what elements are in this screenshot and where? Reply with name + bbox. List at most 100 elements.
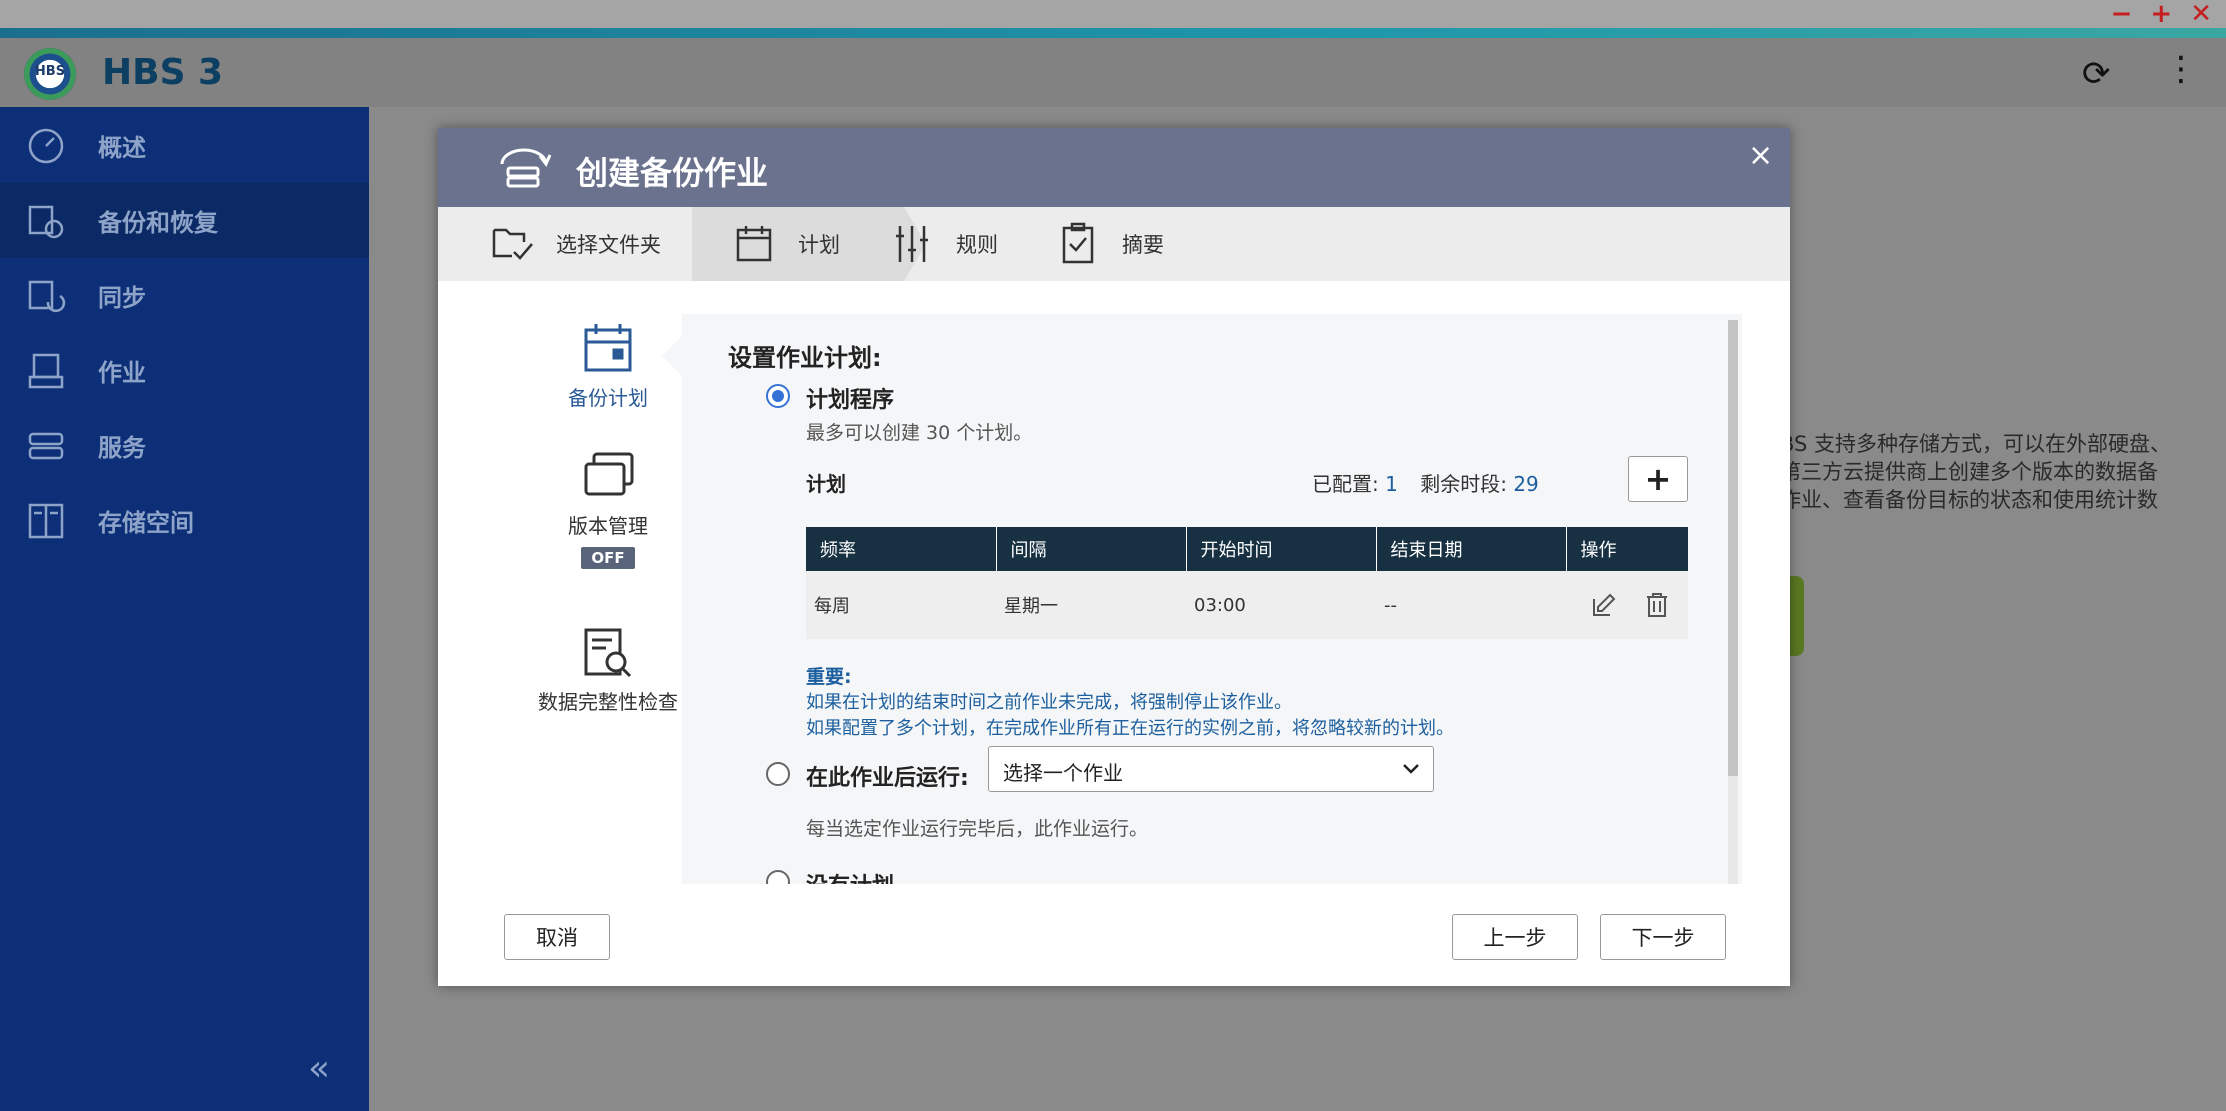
cancel-button[interactable]: 取消: [504, 914, 610, 960]
service-icon: [28, 432, 64, 459]
sidebar-item-sync[interactable]: 同步: [0, 258, 369, 333]
dialog-close-icon[interactable]: ×: [1748, 138, 1773, 173]
gauge-icon: [28, 128, 64, 163]
table-row[interactable]: 每周 星期一 03:00 --: [806, 571, 1688, 639]
close-window-button[interactable]: ✕: [2190, 0, 2212, 29]
next-button[interactable]: 下一步: [1600, 914, 1726, 960]
create-backup-dialog: 创建备份作业 × 选择文件夹 计划 规则 摘要 备份计划 版本管理 OFF 数据…: [438, 128, 1790, 986]
sidebar-item-label: 备份和恢复: [98, 209, 218, 237]
app-title: HBS 3: [102, 52, 224, 93]
folder-check-icon: [492, 228, 533, 260]
window-controls: − + ✕: [2111, 0, 2212, 29]
important-line-1: 如果在计划的结束时间之前作业未完成，将强制停止该作业。: [806, 692, 1292, 713]
backup-restore-icon: [28, 205, 64, 238]
app-logo: HBS: [24, 48, 76, 100]
sidebar-item-backup-restore[interactable]: 备份和恢复: [0, 183, 369, 258]
sidebar-item-label: 概述: [98, 134, 146, 162]
sidebar-item-overview[interactable]: 概述: [0, 108, 369, 183]
no-schedule-label: 没有计划: [806, 868, 894, 884]
radio-no-schedule[interactable]: [766, 870, 790, 884]
nav-backup-schedule[interactable]: 备份计划: [533, 320, 683, 411]
table-header-row: 频率 间隔 开始时间 结束日期 操作: [806, 527, 1688, 571]
step-label: 摘要: [1122, 233, 1164, 257]
col-interval: 间隔: [996, 527, 1187, 571]
cell-frequency: 每周: [806, 571, 996, 639]
job-icon: [28, 353, 64, 388]
bg-line: 第三方云提供商上创建多个版本的数据备: [1780, 460, 2158, 484]
schedule-option-label: 计划程序: [806, 388, 895, 413]
after-job-label: 在此作业后运行:: [806, 766, 969, 791]
calendar-icon: [584, 324, 632, 372]
radio-after-job[interactable]: [766, 762, 790, 786]
clipboard-check-icon: [1062, 222, 1094, 264]
nav-data-integrity[interactable]: 数据完整性检查: [533, 624, 683, 715]
sync-icon: [28, 280, 66, 312]
step-schedule[interactable]: 计划: [692, 207, 904, 281]
add-schedule-button[interactable]: +: [1628, 456, 1688, 502]
kebab-icon[interactable]: ⋮: [2164, 52, 2198, 86]
sidebar-item-label: 作业: [98, 359, 146, 387]
dialog-header: 创建备份作业 ×: [438, 128, 1790, 207]
important-line-2: 如果配置了多个计划，在完成作业所有正在运行的实例之前，将忽略较新的计划。: [806, 718, 1454, 739]
bg-line: BS 支持多种存储方式，可以在外部硬盘、: [1780, 432, 2172, 456]
maximize-button[interactable]: +: [2150, 0, 2172, 29]
schedule-table: 频率 间隔 开始时间 结束日期 操作 每周 星期一 03:00 --: [806, 527, 1688, 639]
wizard-steps: 选择文件夹 计划 规则 摘要: [438, 207, 1790, 281]
panel-scroll-thumb[interactable]: [1728, 320, 1738, 776]
important-title: 重要:: [806, 666, 852, 688]
chevron-down-icon: [1403, 764, 1419, 774]
cell-interval: 星期一: [996, 571, 1186, 639]
nav-label: 数据完整性检查: [538, 690, 678, 714]
col-frequency: 频率: [806, 527, 997, 571]
radio-schedule[interactable]: [766, 384, 790, 408]
job-select-value: 选择一个作业: [1003, 761, 1123, 785]
versions-icon: [584, 452, 634, 496]
schedule-option-desc: 最多可以创建 30 个计划。: [806, 422, 1033, 444]
collapse-sidebar-icon[interactable]: «: [308, 1048, 330, 1089]
minimize-button[interactable]: −: [2111, 0, 2133, 29]
sidebar-item-storage[interactable]: 存储空间: [0, 483, 369, 558]
remaining-label: 剩余时段:: [1420, 472, 1507, 496]
previous-button[interactable]: 上一步: [1452, 914, 1578, 960]
step-select-folder[interactable]: 选择文件夹: [490, 207, 661, 281]
step-label: 选择文件夹: [556, 233, 661, 257]
panel-pointer: [662, 334, 684, 378]
refresh-icon[interactable]: ⟳: [2082, 54, 2111, 94]
section-title: 设置作业计划:: [728, 344, 882, 372]
plan-title: 计划: [806, 472, 846, 496]
app-header: [0, 38, 2226, 107]
calendar-icon: [736, 226, 772, 262]
job-select[interactable]: 选择一个作业: [988, 746, 1434, 792]
logo-text: HBS: [34, 64, 66, 79]
after-job-desc: 每当选定作业运行完毕后，此作业运行。: [806, 818, 1149, 840]
dialog-title: 创建备份作业: [576, 154, 769, 192]
nav-label: 版本管理: [568, 514, 648, 538]
col-actions: 操作: [1566, 527, 1688, 571]
cell-start-time: 03:00: [1186, 571, 1376, 639]
configured-label: 已配置:: [1312, 472, 1379, 496]
cell-actions: [1566, 571, 1688, 639]
off-badge: OFF: [581, 547, 635, 569]
step-summary[interactable]: 摘要: [1056, 207, 1164, 281]
plan-counts: 已配置: 1 剩余时段: 29: [1312, 468, 1539, 497]
remaining-value: 29: [1513, 472, 1539, 496]
sidebar: 概述 备份和恢复 同步 作业 服务 存储空间: [0, 107, 369, 1111]
delete-icon[interactable]: [1644, 591, 1670, 619]
sidebar-item-services[interactable]: 服务: [0, 408, 369, 483]
bg-line: 作业、查看备份目标的状态和使用统计数: [1780, 488, 2158, 512]
window-titlebar: [0, 0, 2226, 30]
col-start-time: 开始时间: [1186, 527, 1377, 571]
sliders-icon: [896, 226, 928, 262]
background-description: BS 支持多种存储方式，可以在外部硬盘、 第三方云提供商上创建多个版本的数据备 …: [1780, 430, 2210, 514]
step-label: 规则: [956, 233, 998, 257]
storage-icon: [28, 503, 64, 538]
sidebar-item-label: 同步: [98, 284, 146, 312]
edit-icon[interactable]: [1590, 591, 1618, 619]
step-rules[interactable]: 规则: [890, 207, 998, 281]
nav-version-management[interactable]: 版本管理 OFF: [533, 448, 683, 569]
sidebar-item-label: 存储空间: [98, 509, 194, 537]
step-label: 计划: [798, 233, 840, 257]
backup-job-icon: [500, 148, 552, 188]
sidebar-item-label: 服务: [98, 434, 146, 462]
sidebar-item-jobs[interactable]: 作业: [0, 333, 369, 408]
